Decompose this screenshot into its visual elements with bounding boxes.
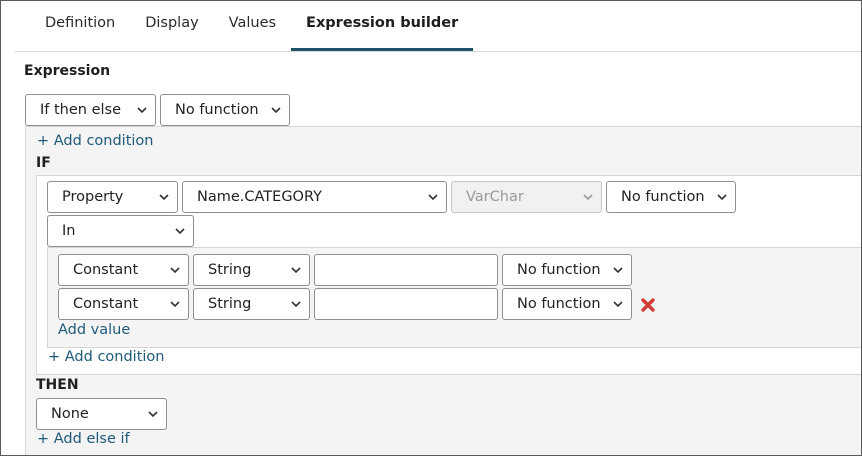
value-function-select[interactable]: No function [502,288,632,320]
condition-property-value: Name.CATEGORY [197,189,322,205]
expression-type-select[interactable]: If then else [25,94,156,126]
expression-function-value: No function [175,102,259,118]
value-type-value: String [208,262,252,278]
condition-datatype-value: VarChar [466,189,524,205]
condition-function-value: No function [621,189,705,205]
chevron-down-icon [291,301,301,308]
chevron-down-icon [175,228,185,235]
expression-builder-window: Definition Display Values Expression bui… [0,0,862,456]
tab-display[interactable]: Display [130,1,213,51]
add-condition-inner-link[interactable]: + Add condition [48,349,164,365]
value-type-value: String [208,296,252,312]
add-condition-link[interactable]: + Add condition [37,133,153,149]
then-select[interactable]: None [36,398,167,430]
chevron-down-icon [159,194,169,201]
tab-bar: Definition Display Values Expression bui… [15,1,861,52]
value-kind-select[interactable]: Constant [58,254,189,286]
expression-type-value: If then else [40,102,122,118]
chevron-down-icon [291,267,301,274]
condition-function-select[interactable]: No function [606,181,736,213]
condition-property-select[interactable]: Name.CATEGORY [182,181,447,213]
chevron-down-icon [428,194,438,201]
value-kind-value: Constant [73,262,139,278]
value-kind-select[interactable]: Constant [58,288,189,320]
add-else-if-link[interactable]: + Add else if [37,431,130,447]
chevron-down-icon [583,194,593,201]
condition-datatype-select: VarChar [451,181,602,213]
value-function-select[interactable]: No function [502,254,632,286]
then-value: None [51,406,89,422]
condition-operator-select[interactable]: In [47,215,194,247]
value-input[interactable] [314,254,498,286]
value-type-select[interactable]: String [193,288,310,320]
chevron-down-icon [271,107,281,114]
condition-operator-value: In [62,223,76,239]
chevron-down-icon [717,194,727,201]
value-type-select[interactable]: String [193,254,310,286]
chevron-down-icon [170,301,180,308]
chevron-down-icon [613,267,623,274]
chevron-down-icon [137,107,147,114]
condition-source-select[interactable]: Property [47,181,178,213]
condition-source-value: Property [62,189,124,205]
tab-values[interactable]: Values [214,1,291,51]
value-kind-value: Constant [73,296,139,312]
value-function-value: No function [517,262,601,278]
then-label: THEN [36,377,79,393]
chevron-down-icon [613,301,623,308]
tab-expression-builder[interactable]: Expression builder [291,1,474,51]
value-input[interactable] [314,288,498,320]
delete-value-icon[interactable] [640,297,656,313]
if-label: IF [36,155,51,171]
expression-heading: Expression [24,63,111,79]
expression-function-select[interactable]: No function [160,94,290,126]
add-value-link[interactable]: Add value [58,322,130,338]
chevron-down-icon [148,411,158,418]
tab-definition[interactable]: Definition [15,1,130,51]
chevron-down-icon [170,267,180,274]
value-function-value: No function [517,296,601,312]
